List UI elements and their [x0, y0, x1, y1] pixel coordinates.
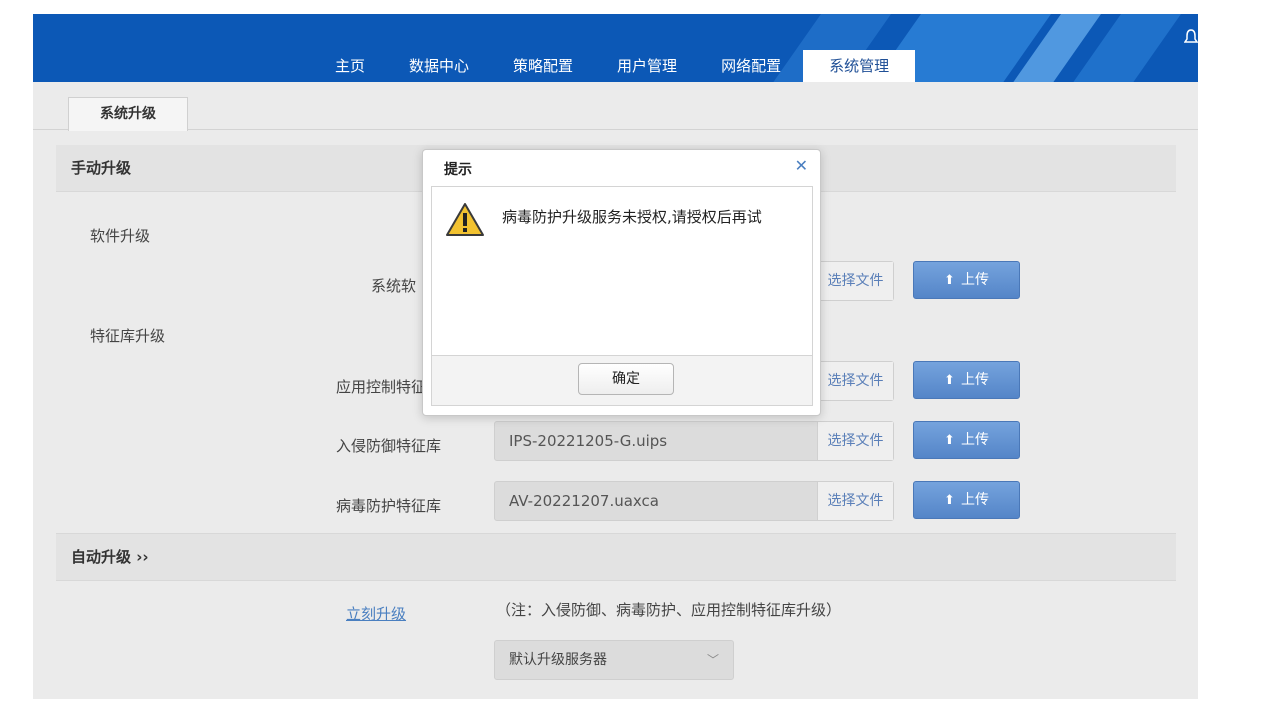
alert-dialog: 提示 ✕ 病毒防护升级服务未授权,请授权后再试 确定 — [422, 149, 821, 416]
upgrade-now-link[interactable]: 立刻升级 — [346, 603, 406, 624]
chevron-down-icon: ﹀ — [706, 653, 719, 667]
av-label: 病毒防护特征库 — [336, 497, 442, 515]
upload-icon: ⬆ — [944, 493, 955, 508]
server-select-value: 默认升级服务器 — [509, 652, 607, 668]
upload-button[interactable]: ⬆ 上传 — [913, 481, 1020, 519]
main-nav: 主页 数据中心 策略配置 用户管理 网络配置 系统管理 — [313, 14, 916, 82]
dialog-footer: 确定 — [431, 356, 813, 406]
select-file-button[interactable]: 选择文件 — [817, 262, 893, 300]
close-icon[interactable]: ✕ — [795, 156, 808, 175]
nav-item-home[interactable]: 主页 — [313, 50, 387, 82]
dialog-header: 提示 ✕ — [423, 150, 820, 186]
upload-button[interactable]: ⬆ 上传 — [913, 261, 1020, 299]
app-control-label: 应用控制特征 — [336, 378, 427, 396]
dialog-title: 提示 — [444, 162, 472, 178]
ips-label: 入侵防御特征库 — [336, 437, 442, 455]
upload-icon: ⬆ — [944, 273, 955, 288]
select-file-button[interactable]: 选择文件 — [817, 482, 893, 520]
nav-item-system-management[interactable]: 系统管理 — [803, 50, 916, 82]
signature-upgrade-label: 特征库升级 — [90, 327, 166, 345]
ips-file-name: IPS-20221205-G.uips — [509, 432, 668, 450]
nav-item-network-config[interactable]: 网络配置 — [699, 50, 803, 82]
dialog-body: 病毒防护升级服务未授权,请授权后再试 — [431, 186, 813, 356]
select-file-button[interactable]: 选择文件 — [817, 362, 893, 400]
select-file-button[interactable]: 选择文件 — [817, 422, 893, 460]
system-software-label: 系统软 — [371, 277, 417, 295]
av-file-field[interactable]: AV-20221207.uaxca 选择文件 — [494, 481, 894, 521]
upload-label: 上传 — [960, 272, 989, 288]
auto-upgrade-note: （注：入侵防御、病毒防护、应用控制特征库升级） — [496, 601, 842, 619]
upload-icon: ⬆ — [944, 373, 955, 388]
upload-button[interactable]: ⬆ 上传 — [913, 361, 1020, 399]
nav-item-policy-config[interactable]: 策略配置 — [491, 50, 595, 82]
nav-item-data-center[interactable]: 数据中心 — [387, 50, 491, 82]
upgrade-server-select[interactable]: 默认升级服务器 ﹀ — [494, 640, 734, 680]
warning-icon — [445, 202, 485, 238]
top-header: 主页 数据中心 策略配置 用户管理 网络配置 系统管理 — [33, 14, 1198, 82]
tab-bar: 系统升级 — [33, 82, 1198, 131]
nav-item-user-management[interactable]: 用户管理 — [595, 50, 699, 82]
bell-icon[interactable] — [1183, 28, 1198, 50]
av-file-name: AV-20221207.uaxca — [509, 492, 659, 510]
upload-icon: ⬆ — [944, 433, 955, 448]
upload-label: 上传 — [960, 492, 989, 508]
auto-upgrade-header[interactable]: 自动升级 ›› — [56, 534, 1176, 581]
software-upgrade-label: 软件升级 — [90, 227, 151, 245]
ips-file-field[interactable]: IPS-20221205-G.uips 选择文件 — [494, 421, 894, 461]
tab-system-upgrade[interactable]: 系统升级 — [68, 97, 188, 131]
ok-button[interactable]: 确定 — [578, 363, 674, 395]
upload-label: 上传 — [960, 432, 989, 448]
dialog-message: 病毒防护升级服务未授权,请授权后再试 — [502, 208, 762, 226]
upload-button[interactable]: ⬆ 上传 — [913, 421, 1020, 459]
upload-label: 上传 — [960, 372, 989, 388]
